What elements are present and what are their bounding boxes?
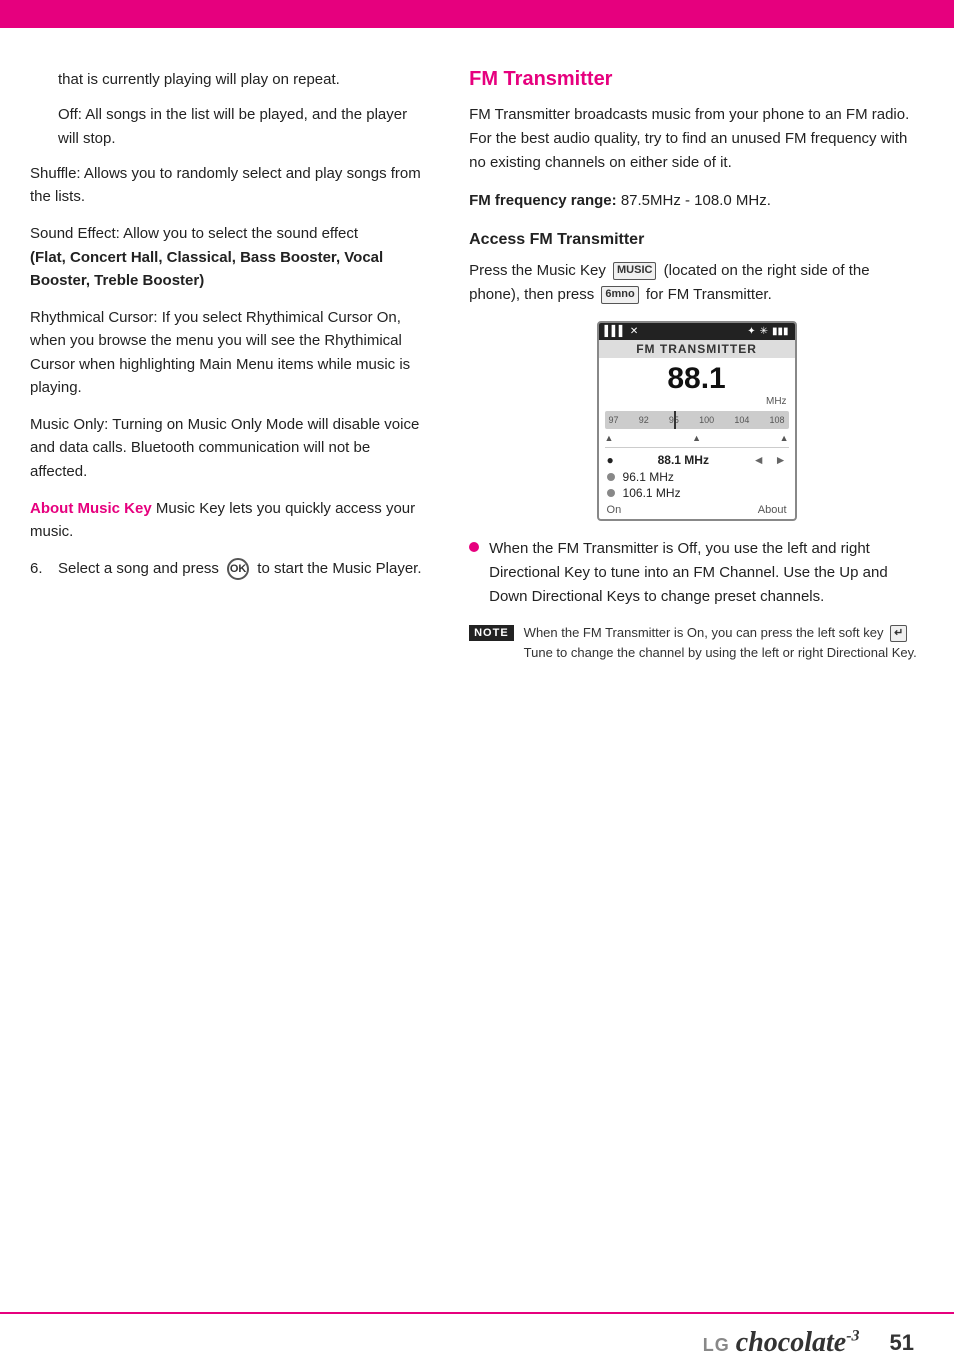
- battery-icon: ▮▮▮: [772, 326, 789, 337]
- access-title: Access FM Transmitter: [469, 231, 924, 249]
- music-key-icon: MUSIC: [613, 262, 656, 279]
- access-desc: Press the Music Key MUSIC (located on th…: [469, 259, 924, 307]
- preset-markers: ▲ ▲ ▲: [599, 433, 795, 443]
- note-section: NOTE When the FM Transmitter is On, you …: [469, 623, 924, 663]
- preset-label-3: 106.1 MHz: [623, 486, 681, 500]
- fm-freq-range: FM frequency range: 87.5MHz - 108.0 MHz.: [469, 189, 924, 213]
- text-off: Off: All songs in the list will be playe…: [58, 106, 407, 146]
- footer-logo: LG chocolate-3: [703, 1327, 860, 1359]
- left-column: that is currently playing will play on r…: [30, 68, 459, 663]
- sound-effect-text: Sound Effect: Allow you to select the so…: [30, 222, 429, 292]
- phone-freq-unit: MHz: [599, 396, 795, 407]
- bullet-item-1: When the FM Transmitter is Off, you use …: [469, 537, 924, 609]
- off-text: Off: All songs in the list will be playe…: [58, 103, 429, 150]
- footer-page-number: 51: [890, 1330, 914, 1356]
- left-soft-key-icon: ↵: [890, 625, 907, 642]
- phone-screen-header: ▌▌▌ ✕ ✦ ✳ ▮▮▮: [599, 323, 795, 340]
- footer-brand-text: chocolate: [736, 1327, 846, 1358]
- text-rhythmical: Rhythmical Cursor: If you select Rhythim…: [30, 309, 410, 396]
- fm-desc: FM Transmitter broadcasts music from you…: [469, 103, 924, 175]
- signal-icon: ▌▌▌: [605, 326, 626, 337]
- star-icon: ✳: [760, 326, 768, 337]
- access-post: for FM Transmitter.: [646, 286, 772, 303]
- footer-superscript: -3: [846, 1328, 859, 1345]
- phone-screen-title: FM TRANSMITTER: [599, 340, 795, 358]
- preset-dot-3: [607, 489, 615, 497]
- bullet-dot-1: [469, 542, 479, 552]
- preset-dot-2: [607, 473, 615, 481]
- list-item-6: 6. Select a song and press OK to start t…: [30, 557, 429, 580]
- list6-post: to start the Music Player.: [257, 560, 421, 577]
- list-item-6-text: Select a song and press OK to start the …: [58, 557, 422, 580]
- screen-divider: [605, 447, 789, 448]
- repeat-text: that is currently playing will play on r…: [58, 68, 429, 91]
- about-music-key-link[interactable]: About Music Key: [30, 500, 152, 517]
- freq-label: FM frequency range:: [469, 192, 617, 209]
- footer-on: On: [607, 504, 622, 516]
- note-text: When the FM Transmitter is On, you can p…: [524, 623, 924, 663]
- 6mno-key-icon: 6mno: [601, 286, 638, 303]
- list-number-6: 6.: [30, 557, 58, 580]
- about-music-key-block: About Music Key Music Key lets you quick…: [30, 497, 429, 544]
- note-label: NOTE: [469, 625, 514, 641]
- preset-row-2: 96.1 MHz: [599, 469, 795, 485]
- list6-pre: Select a song and press: [58, 560, 223, 577]
- channel-arrow-1: ◄ ►: [753, 453, 787, 467]
- text-sound: Sound Effect: Allow you to select the so…: [30, 225, 358, 242]
- bluetooth-icon: ✦: [747, 326, 755, 337]
- bullet-section: When the FM Transmitter is Off, you use …: [469, 537, 924, 609]
- preset-row-3: 106.1 MHz: [599, 485, 795, 501]
- text-music-only: Music Only: Turning on Music Only Mode w…: [30, 416, 419, 480]
- other-icons: ✦ ✳ ▮▮▮: [747, 326, 788, 337]
- footer-lg: LG: [703, 1335, 730, 1356]
- shuffle-text: Shuffle: Allows you to randomly select a…: [30, 162, 429, 209]
- note-post: Tune to change the channel by using the …: [524, 645, 917, 660]
- section-title-fm: FM Transmitter: [469, 68, 924, 91]
- freq-value: 87.5MHz - 108.0 MHz.: [621, 192, 771, 209]
- right-column: FM Transmitter FM Transmitter broadcasts…: [459, 68, 924, 663]
- note-pre: When the FM Transmitter is On, you can p…: [524, 625, 887, 640]
- footer-brand: chocolate-3: [736, 1327, 860, 1359]
- top-bar: [0, 0, 954, 28]
- channel-row-1: ● 88.1 MHz ◄ ►: [599, 451, 795, 469]
- freq-bar: 97 92 95 100 104 108: [605, 411, 789, 429]
- footer-bar: LG chocolate-3 51: [0, 1312, 954, 1372]
- footer-about: About: [758, 504, 787, 516]
- text-sound-types: (Flat, Concert Hall, Classical, Bass Boo…: [30, 249, 383, 289]
- preset-label-2: 96.1 MHz: [623, 470, 674, 484]
- freq-indicator: [674, 411, 676, 429]
- phone-screen-footer: On About: [599, 501, 795, 519]
- channel-label-1: 88.1 MHz: [658, 453, 709, 467]
- bullet-text-1: When the FM Transmitter is Off, you use …: [489, 537, 924, 609]
- mute-icon: ✕: [630, 326, 638, 337]
- text-shuffle: Shuffle: Allows you to randomly select a…: [30, 165, 421, 205]
- phone-freq-display: 88.1: [599, 358, 795, 396]
- music-only-text: Music Only: Turning on Music Only Mode w…: [30, 413, 429, 483]
- status-icons: ▌▌▌ ✕: [605, 326, 639, 337]
- phone-screen-mockup: ▌▌▌ ✕ ✦ ✳ ▮▮▮ FM TRANSMITTER 88.1 MHz 97…: [597, 321, 797, 521]
- rhythmical-text: Rhythmical Cursor: If you select Rhythim…: [30, 306, 429, 399]
- access-pre: Press the Music Key: [469, 262, 610, 279]
- text-repeat: that is currently playing will play on r…: [58, 71, 340, 88]
- channel-dot-1: ●: [607, 453, 614, 467]
- ok-icon: OK: [227, 558, 249, 580]
